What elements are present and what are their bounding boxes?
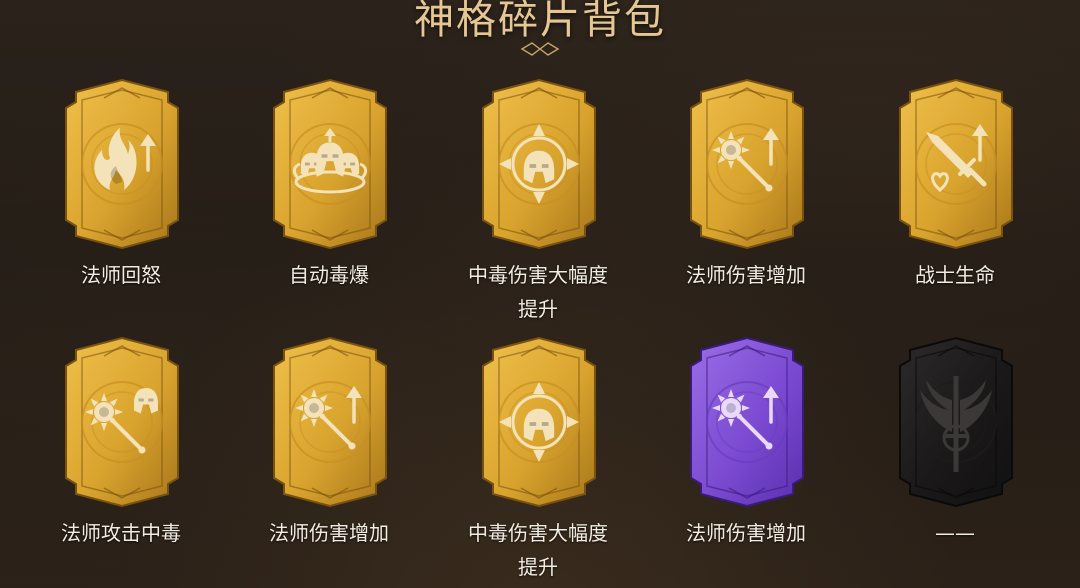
card-frame (273, 336, 387, 508)
fragment-card[interactable]: 法师回怒 (16, 78, 226, 328)
fragment-grid: 法师回怒 自动毒爆 中毒伤害大幅度提升 法师伤害增加 战士生命 法师攻击中毒 法… (16, 78, 1064, 579)
card-frame (65, 336, 179, 508)
fragment-label: 法师伤害增加 (686, 263, 806, 287)
fragment-card[interactable]: 法师攻击中毒 (16, 336, 226, 586)
fragment-card[interactable]: 自动毒爆 (224, 78, 434, 328)
fragment-label: 法师攻击中毒 (61, 521, 181, 545)
fragment-card[interactable]: 法师伤害增加 (224, 336, 434, 586)
fragment-label: 法师伤害增加 (269, 521, 389, 545)
card-frame (899, 336, 1013, 508)
fragment-card[interactable]: 法师伤害增加 (641, 336, 851, 586)
card-frame (482, 336, 596, 508)
fragment-label: —— (935, 521, 975, 545)
fragment-card[interactable]: 战士生命 (850, 78, 1060, 328)
fragment-label: 法师回怒 (81, 263, 161, 287)
fragment-label: 中毒伤害大幅度提升 (468, 263, 608, 321)
fragment-card[interactable]: 中毒伤害大幅度提升 (433, 78, 643, 328)
fragment-label: 法师伤害增加 (686, 521, 806, 545)
card-frame (65, 78, 179, 250)
card-frame (273, 78, 387, 250)
card-frame (482, 78, 596, 250)
fragment-card[interactable]: 法师伤害增加 (641, 78, 851, 328)
card-frame (690, 78, 804, 250)
fragment-label: 自动毒爆 (289, 263, 369, 287)
title-divider (300, 42, 780, 56)
fragment-label: 中毒伤害大幅度提升 (468, 521, 608, 579)
fragment-label: 战士生命 (915, 263, 995, 287)
card-frame (690, 336, 804, 508)
fragment-card[interactable]: 中毒伤害大幅度提升 (433, 336, 643, 586)
fragment-card-locked[interactable]: —— (850, 336, 1060, 586)
card-frame (899, 78, 1013, 250)
